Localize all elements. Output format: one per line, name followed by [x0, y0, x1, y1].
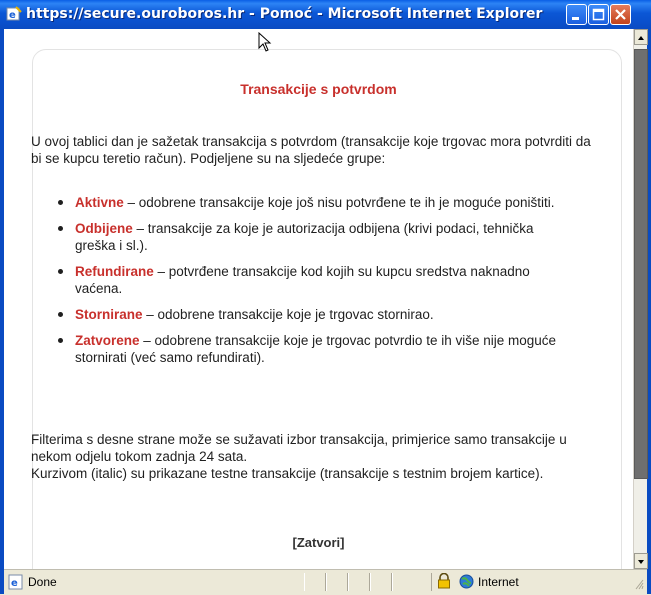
bullet-icon — [58, 200, 63, 205]
close-button[interactable] — [610, 4, 631, 25]
minimize-button[interactable] — [566, 4, 587, 25]
svg-text:e: e — [9, 10, 16, 21]
window-titlebar[interactable]: e https://secure.ouroboros.hr - Pomoć - … — [0, 0, 651, 29]
maximize-button[interactable] — [588, 4, 609, 25]
ie-window-icon[interactable]: e — [6, 6, 22, 22]
intro-paragraph: U ovoj tablici dan je sažetak transakcij… — [31, 134, 591, 166]
svg-text:e: e — [11, 578, 18, 589]
group-term: Aktivne — [75, 195, 124, 210]
italic-note: Kurzivom (italic) su prikazane testne tr… — [31, 466, 544, 481]
vertical-scrollbar[interactable] — [633, 29, 648, 569]
status-segment — [370, 573, 392, 591]
group-desc: – transakcije za koje je autorizacija od… — [75, 221, 534, 253]
filter-note: Filterima s desne strane može se sužavat… — [31, 432, 567, 464]
lock-icon[interactable] — [437, 572, 451, 589]
bullet-icon — [58, 312, 63, 317]
group-term: Stornirane — [75, 307, 143, 322]
bullet-icon — [58, 269, 63, 274]
resize-grip-icon[interactable] — [634, 578, 644, 590]
bullet-icon — [58, 226, 63, 231]
status-bar: e Done Internet — [4, 569, 647, 595]
mouse-cursor-icon — [258, 31, 272, 54]
status-segment — [304, 573, 326, 591]
group-term: Zatvorene — [75, 333, 140, 348]
group-desc: – odobrene transakcije koje je trgovac p… — [75, 333, 557, 365]
group-term: Odbijene — [75, 221, 133, 236]
list-item: Aktivne – odobrene transakcije koje još … — [58, 194, 558, 211]
close-link[interactable]: [Zatvori] — [4, 535, 633, 550]
zone-text: Internet — [478, 575, 519, 589]
group-desc: – odobrene transakcije koje je trgovac s… — [142, 307, 434, 322]
scroll-thumb[interactable] — [634, 49, 648, 479]
outro-paragraph: Filterima s desne strane može se sužavat… — [31, 431, 601, 482]
page-heading: Transakcije s potvrdom — [240, 81, 397, 97]
bullet-icon — [58, 338, 63, 343]
status-segment — [326, 573, 348, 591]
status-segment — [392, 573, 432, 591]
list-item: Stornirane – odobrene transakcije koje j… — [58, 306, 558, 323]
internet-globe-icon — [459, 574, 474, 589]
list-item: Odbijene – transakcije za koje je autori… — [58, 220, 558, 254]
ie-page-icon: e — [8, 574, 24, 590]
scroll-down-button[interactable] — [634, 553, 648, 569]
group-desc: – odobrene transakcije koje još nisu pot… — [123, 195, 555, 210]
transaction-groups-list: Aktivne – odobrene transakcije koje još … — [58, 194, 558, 375]
window-title: https://secure.ouroboros.hr - Pomoć - Mi… — [26, 6, 543, 22]
list-item: Refundirane – potvrđene transakcije kod … — [58, 263, 558, 297]
status-text: Done — [28, 575, 57, 589]
group-term: Refundirane — [75, 264, 154, 279]
list-item: Zatvorene – odobrene transakcije koje je… — [58, 332, 558, 366]
help-content: Transakcije s potvrdom U ovoj tablici da… — [4, 29, 633, 569]
status-segment — [348, 573, 370, 591]
scroll-up-button[interactable] — [634, 29, 648, 45]
